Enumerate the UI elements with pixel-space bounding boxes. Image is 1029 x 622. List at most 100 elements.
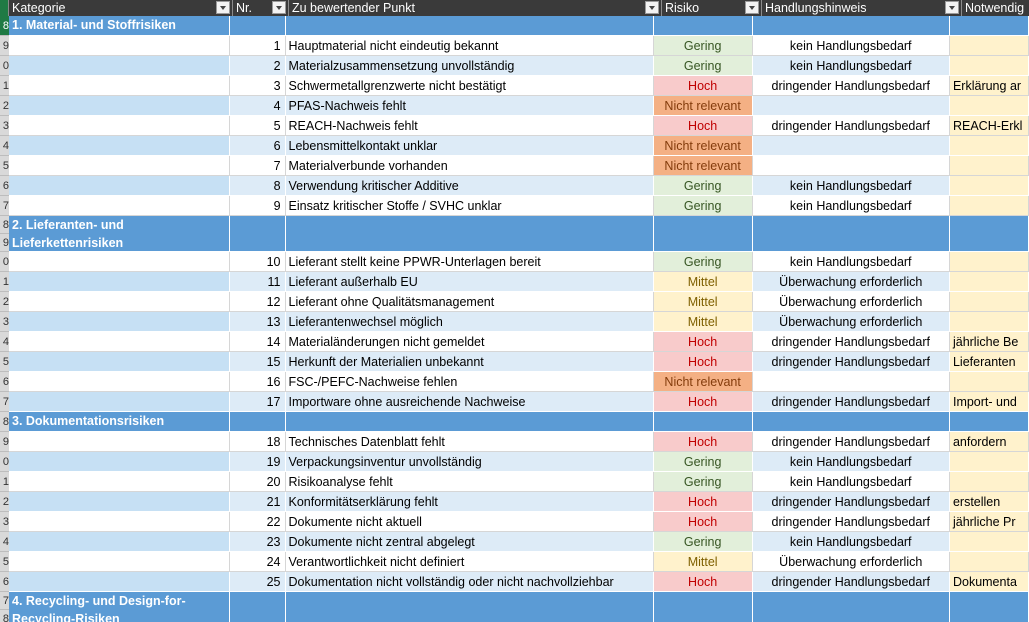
punkt-cell[interactable]: Schwermetallgrenzwerte nicht bestätigt xyxy=(285,76,654,96)
notwendig-cell[interactable] xyxy=(949,312,1029,332)
nr-cell[interactable]: 24 xyxy=(230,552,286,572)
risiko-cell[interactable]: Mittel xyxy=(653,312,753,332)
row-number[interactable]: 2 xyxy=(0,96,9,116)
notwendig-cell[interactable]: anfordern xyxy=(949,432,1029,452)
notwendig-cell[interactable] xyxy=(949,252,1029,272)
cell[interactable] xyxy=(949,16,1029,36)
notwendig-cell[interactable]: REACH-Erkl xyxy=(949,116,1029,136)
risiko-cell[interactable]: Hoch xyxy=(653,76,753,96)
risiko-cell[interactable]: Gering xyxy=(653,252,753,272)
hinweis-cell[interactable] xyxy=(752,372,950,392)
notwendig-cell[interactable] xyxy=(949,452,1029,472)
kategorie-cell[interactable] xyxy=(9,452,231,472)
punkt-cell[interactable]: Verantwortlichkeit nicht definiert xyxy=(285,552,654,572)
section-title-cell[interactable]: 4. Recycling- und Design-for-Recycling-R… xyxy=(9,592,231,622)
cell[interactable] xyxy=(949,412,1029,432)
nr-cell[interactable]: 17 xyxy=(230,392,286,412)
kategorie-cell[interactable] xyxy=(9,36,231,56)
risiko-cell[interactable]: Gering xyxy=(653,196,753,216)
row-number[interactable]: 8 xyxy=(0,412,9,432)
nr-cell[interactable]: 4 xyxy=(230,96,286,116)
header-risiko[interactable]: Risiko xyxy=(662,0,762,16)
hinweis-cell[interactable]: dringender Handlungsbedarf xyxy=(752,332,950,352)
row-number[interactable]: 5 xyxy=(0,156,9,176)
risiko-cell[interactable]: Gering xyxy=(653,36,753,56)
hinweis-cell[interactable]: kein Handlungsbedarf xyxy=(752,472,950,492)
hinweis-cell[interactable]: kein Handlungsbedarf xyxy=(752,452,950,472)
header-hinweis[interactable]: Handlungshinweis xyxy=(762,0,962,16)
notwendig-cell[interactable]: jährliche Be xyxy=(949,332,1029,352)
notwendig-cell[interactable] xyxy=(949,176,1029,196)
risiko-cell[interactable]: Hoch xyxy=(653,352,753,372)
hinweis-cell[interactable]: kein Handlungsbedarf xyxy=(752,532,950,552)
header-notwendig[interactable]: Notwendig xyxy=(962,0,1029,16)
kategorie-cell[interactable] xyxy=(9,572,231,592)
risiko-cell[interactable]: Hoch xyxy=(653,572,753,592)
hinweis-cell[interactable]: dringender Handlungsbedarf xyxy=(752,352,950,372)
row-number[interactable]: 8 xyxy=(0,16,9,36)
row-number[interactable]: 0 xyxy=(0,56,9,76)
cell[interactable] xyxy=(230,16,286,36)
nr-cell[interactable]: 19 xyxy=(230,452,286,472)
risiko-cell[interactable]: Hoch xyxy=(653,116,753,136)
row-number[interactable]: 8 xyxy=(0,610,9,622)
risiko-cell[interactable]: Hoch xyxy=(653,492,753,512)
cell[interactable] xyxy=(653,216,753,252)
punkt-cell[interactable]: Herkunft der Materialien unbekannt xyxy=(285,352,654,372)
nr-cell[interactable]: 9 xyxy=(230,196,286,216)
row-number[interactable]: 6 xyxy=(0,176,9,196)
kategorie-cell[interactable] xyxy=(9,552,231,572)
kategorie-cell[interactable] xyxy=(9,56,231,76)
row-number[interactable]: 5 xyxy=(0,552,9,572)
hinweis-cell[interactable]: dringender Handlungsbedarf xyxy=(752,492,950,512)
notwendig-cell[interactable] xyxy=(949,56,1029,76)
row-number[interactable]: 8 xyxy=(0,216,9,234)
row-number[interactable]: 7 xyxy=(0,592,9,610)
section-title-cell[interactable]: 1. Material- und Stoffrisiken xyxy=(9,16,231,36)
punkt-cell[interactable]: Lieferant stellt keine PPWR-Unterlagen b… xyxy=(285,252,654,272)
header-nr[interactable]: Nr. xyxy=(233,0,289,16)
filter-dropdown-icon[interactable] xyxy=(945,1,959,14)
punkt-cell[interactable]: Dokumentation nicht vollständig oder nic… xyxy=(285,572,654,592)
filter-dropdown-icon[interactable] xyxy=(216,1,230,14)
notwendig-cell[interactable]: erstellen xyxy=(949,492,1029,512)
cell[interactable] xyxy=(653,592,753,622)
hinweis-cell[interactable]: kein Handlungsbedarf xyxy=(752,36,950,56)
row-number[interactable]: 1 xyxy=(0,472,9,492)
nr-cell[interactable]: 13 xyxy=(230,312,286,332)
nr-cell[interactable]: 20 xyxy=(230,472,286,492)
row-number[interactable]: 3 xyxy=(0,116,9,136)
kategorie-cell[interactable] xyxy=(9,96,231,116)
row-number[interactable]: 0 xyxy=(0,252,9,272)
row-number[interactable]: 4 xyxy=(0,332,9,352)
hinweis-cell[interactable]: Überwachung erforderlich xyxy=(752,292,950,312)
row-number[interactable]: 6 xyxy=(0,372,9,392)
risiko-cell[interactable]: Gering xyxy=(653,472,753,492)
hinweis-cell[interactable]: Überwachung erforderlich xyxy=(752,312,950,332)
kategorie-cell[interactable] xyxy=(9,492,231,512)
kategorie-cell[interactable] xyxy=(9,312,231,332)
row-number[interactable]: 3 xyxy=(0,512,9,532)
cell[interactable] xyxy=(653,412,753,432)
risiko-cell[interactable]: Gering xyxy=(653,452,753,472)
kategorie-cell[interactable] xyxy=(9,136,231,156)
punkt-cell[interactable]: Verpackungsinventur unvollständig xyxy=(285,452,654,472)
risiko-cell[interactable]: Mittel xyxy=(653,292,753,312)
header-kategorie[interactable]: Kategorie xyxy=(9,0,233,16)
notwendig-cell[interactable] xyxy=(949,156,1029,176)
punkt-cell[interactable]: FSC-/PEFC-Nachweise fehlen xyxy=(285,372,654,392)
row-number[interactable]: 4 xyxy=(0,532,9,552)
notwendig-cell[interactable]: Import- und xyxy=(949,392,1029,412)
nr-cell[interactable]: 18 xyxy=(230,432,286,452)
hinweis-cell[interactable]: kein Handlungsbedarf xyxy=(752,252,950,272)
cell[interactable] xyxy=(949,216,1029,252)
nr-cell[interactable]: 3 xyxy=(230,76,286,96)
risiko-cell[interactable]: Hoch xyxy=(653,432,753,452)
section-title-cell[interactable]: 3. Dokumentationsrisiken xyxy=(9,412,231,432)
kategorie-cell[interactable] xyxy=(9,392,231,412)
nr-cell[interactable]: 23 xyxy=(230,532,286,552)
risiko-cell[interactable]: Nicht relevant xyxy=(653,96,753,116)
nr-cell[interactable]: 12 xyxy=(230,292,286,312)
hinweis-cell[interactable]: dringender Handlungsbedarf xyxy=(752,116,950,136)
notwendig-cell[interactable] xyxy=(949,36,1029,56)
